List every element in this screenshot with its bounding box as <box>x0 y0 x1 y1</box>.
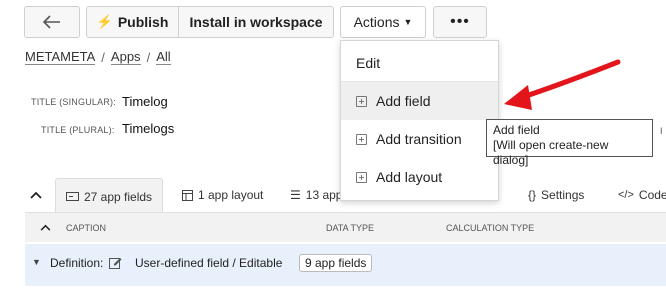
plus-square-icon <box>356 133 367 145</box>
tab-code-label: Code <box>638 188 666 202</box>
tabs-bar: 27 app fields 1 app layout ☰ 13 app {} S… <box>0 178 666 214</box>
menu-item-add-transition-label: Add transition <box>376 131 462 147</box>
actions-menu: Edit Add field Add transition Add layout <box>340 40 499 201</box>
arrow-left-icon <box>43 15 60 29</box>
tab-transitions-label: 13 app <box>305 188 343 202</box>
group-row-definition[interactable]: ▼ Definition: User-defined field / Edita… <box>25 244 666 286</box>
settings-braces-icon: {} <box>528 188 537 202</box>
plus-square-icon <box>356 95 367 107</box>
menu-item-add-transition[interactable]: Add transition <box>341 120 498 158</box>
breadcrumb-item-metameta[interactable]: METAMETA <box>25 50 96 65</box>
chevron-up-icon <box>30 191 42 199</box>
tooltip: Add field [Will open create-new dialog] <box>486 119 653 167</box>
more-options-button[interactable]: ••• <box>433 6 487 38</box>
column-header-calculation-type[interactable]: CALCULATION TYPE <box>446 223 534 233</box>
column-header-data-type[interactable]: DATA TYPE <box>326 223 374 233</box>
lightning-icon: ⚡ <box>96 14 113 29</box>
tab-transitions[interactable]: ☰ 13 app <box>290 178 342 212</box>
install-label: Install in workspace <box>189 14 323 30</box>
menu-item-add-layout-label: Add layout <box>376 169 443 185</box>
menu-item-edit-label: Edit <box>356 55 381 71</box>
caret-down-icon[interactable]: ▼ <box>32 257 41 267</box>
tab-app-fields[interactable]: 27 app fields <box>55 178 164 214</box>
caret-down-icon: ▼ <box>403 17 413 27</box>
app-fields-count-badge: 9 app fields <box>299 254 373 272</box>
annotation-arrow <box>504 59 621 110</box>
tooltip-title: Add field <box>493 123 540 137</box>
fields-icon <box>66 192 79 201</box>
title-plural-label: TITLE (PLURAL): <box>41 125 115 135</box>
partial-text: I <box>660 126 663 136</box>
breadcrumb-separator: / <box>101 50 105 65</box>
table-header: CAPTION DATA TYPE CALCULATION TYPE <box>25 212 666 242</box>
menu-item-add-layout[interactable]: Add layout <box>341 158 498 196</box>
breadcrumb-item-all[interactable]: All <box>156 50 171 65</box>
layout-icon <box>182 189 193 201</box>
breadcrumb-separator: / <box>146 50 151 65</box>
menu-item-add-field-label: Add field <box>376 93 431 109</box>
more-dots-icon: ••• <box>450 13 470 30</box>
column-header-caption[interactable]: CAPTION <box>66 223 106 233</box>
tooltip-description: [Will open create-new dialog] <box>493 138 609 167</box>
tab-code[interactable]: </> Code <box>618 178 666 212</box>
edit-icon[interactable] <box>109 256 122 269</box>
breadcrumb: METAMETA / Apps / All <box>25 50 171 65</box>
chevron-up-icon[interactable] <box>40 224 51 231</box>
title-singular-value[interactable]: Timelog <box>122 94 168 109</box>
breadcrumb-item-apps[interactable]: Apps <box>110 50 141 65</box>
code-icon: </> <box>618 189 634 201</box>
actions-button[interactable]: Actions ▼ <box>340 6 426 38</box>
tab-settings-label: Settings <box>541 188 585 202</box>
list-icon: ☰ <box>290 188 301 202</box>
back-button[interactable] <box>24 6 80 38</box>
publish-label: Publish <box>117 14 169 30</box>
tab-app-fields-label: 27 app fields <box>84 189 153 204</box>
tab-settings[interactable]: {} Settings <box>528 178 584 212</box>
tab-app-layout-label: 1 app layout <box>198 188 264 202</box>
menu-item-add-field[interactable]: Add field <box>341 82 498 120</box>
publish-button[interactable]: ⚡ Publish <box>86 6 179 38</box>
group-value: User-defined field / Editable <box>135 256 283 270</box>
actions-label: Actions <box>353 14 400 30</box>
title-plural-value[interactable]: Timelogs <box>122 121 174 136</box>
menu-item-edit[interactable]: Edit <box>341 44 498 82</box>
group-label: Definition: <box>50 256 104 270</box>
title-singular-label: TITLE (SINGULAR): <box>31 97 116 107</box>
tab-app-layout[interactable]: 1 app layout <box>182 178 263 212</box>
collapse-button[interactable] <box>30 178 46 212</box>
plus-square-icon <box>356 171 367 183</box>
install-in-workspace-button[interactable]: Install in workspace <box>178 6 334 38</box>
